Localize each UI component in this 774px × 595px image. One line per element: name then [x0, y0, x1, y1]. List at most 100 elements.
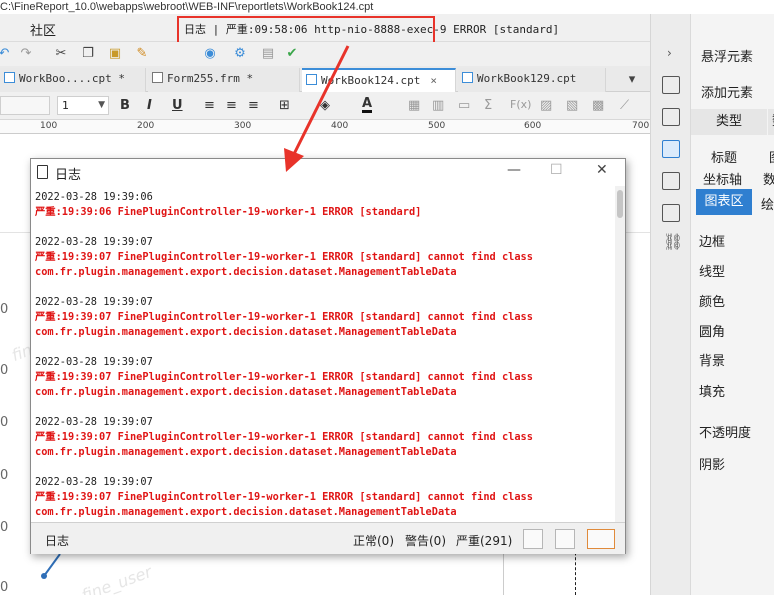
right-property-panel: › ⛓ 悬浮元素 添加元素 类型 数 标题 图 坐标轴 数 图表区 绘 边框 线…	[650, 14, 774, 595]
ruler-tick: 100	[40, 121, 58, 131]
align-right-icon[interactable]: ≡	[248, 98, 259, 113]
log-error-line: 严重:19:39:06 FinePluginController-19-work…	[35, 206, 422, 218]
image-icon[interactable]: ▧	[566, 98, 578, 113]
log-entry: 2022-03-28 19:39:07 严重:19:39:07 FinePlug…	[35, 415, 533, 460]
preview-icon[interactable]: ◉	[202, 45, 218, 61]
italic-button[interactable]: I	[147, 98, 152, 113]
axis-label: 0	[0, 363, 9, 378]
float-element-icon[interactable]	[662, 140, 680, 158]
status-label: 日志	[45, 534, 70, 548]
watermark: fine_user	[78, 562, 155, 595]
axis-label: 0	[0, 415, 9, 430]
tab-data[interactable]: 数	[768, 109, 774, 135]
subtab-title[interactable]: 标题	[711, 147, 737, 166]
chevron-right-icon[interactable]: ›	[667, 46, 672, 60]
chart-line-fragment	[41, 554, 61, 579]
format-painter-icon[interactable]: ✎	[134, 45, 150, 61]
log-status-bar: 日志 正常(0) 警告(0) 严重(291)	[31, 522, 625, 554]
insert-col-icon[interactable]: ▥	[432, 98, 444, 113]
workbook-icon	[462, 72, 473, 83]
log-error-class: com.fr.plugin.management.export.decision…	[35, 326, 457, 338]
fill-label: 填充	[699, 385, 726, 400]
ruler-tick: 200	[137, 121, 155, 131]
log-level-menu-icon[interactable]	[587, 529, 615, 549]
subtab-chart-area[interactable]: 图表区	[696, 189, 752, 215]
paste-icon[interactable]: ▣	[107, 45, 123, 61]
log-error-line: 严重:19:39:07 FinePluginController-19-work…	[35, 431, 533, 443]
minimize-button[interactable]: —	[507, 162, 521, 178]
log-content-area[interactable]: 2022-03-28 19:39:06 严重:19:39:06 FinePlug…	[31, 186, 625, 522]
log-error-class: com.fr.plugin.management.export.decision…	[35, 506, 457, 518]
subtab-axis[interactable]: 坐标轴	[703, 169, 742, 188]
shadow-label: 阴影	[699, 458, 726, 473]
tab-list-icon[interactable]: ▾	[624, 71, 640, 87]
ruler-tick: 600	[524, 121, 542, 131]
tab-type[interactable]: 类型	[691, 109, 767, 135]
log-entry: 2022-03-28 19:39:07 严重:19:39:07 FinePlug…	[35, 475, 533, 520]
log-details-icon[interactable]	[555, 529, 575, 549]
underline-button[interactable]: U	[172, 98, 183, 113]
panel-icon-strip: › ⛓	[651, 14, 691, 595]
align-left-icon[interactable]: ≡	[204, 98, 215, 113]
chevron-down-icon: ▼	[98, 100, 105, 110]
section-background-heading: 背景	[699, 354, 726, 369]
log-entry: 2022-03-28 19:39:06 严重:19:39:06 FinePlug…	[35, 190, 421, 220]
add-element-label: 添加元素	[701, 86, 754, 101]
warning-count[interactable]: 警告(0)	[405, 532, 446, 549]
menu-community[interactable]: 社区	[30, 20, 56, 39]
form-icon	[152, 72, 163, 83]
redo-icon[interactable]: ↷	[18, 45, 34, 61]
maximize-button[interactable]: ☐	[550, 162, 563, 178]
tab-close-icon[interactable]: ×	[430, 74, 437, 87]
axis-label: 0	[0, 520, 9, 535]
chart-icon[interactable]: ▨	[540, 98, 552, 113]
log-timestamp: 2022-03-28 19:39:07	[35, 296, 153, 308]
subtab-legend[interactable]: 图	[769, 147, 774, 166]
log-error-line: 严重:19:39:07 FinePluginController-19-work…	[35, 251, 533, 263]
ruler-tick: 300	[234, 121, 252, 131]
log-entry: 2022-03-28 19:39:07 严重:19:39:07 FinePlug…	[35, 355, 533, 400]
undo-icon[interactable]: ↶	[0, 45, 12, 61]
bold-button[interactable]: B	[120, 98, 130, 113]
font-size-select[interactable]: 1 ▼	[57, 96, 109, 115]
font-size-value: 1	[62, 99, 69, 112]
opacity-label: 不透明度	[699, 426, 752, 441]
sum-icon[interactable]: Σ	[484, 98, 492, 113]
cell-attr-icon[interactable]	[662, 108, 680, 126]
line-icon[interactable]: ⟋	[620, 98, 629, 113]
window-title: C:\FineReport_10.0\webapps\webroot\WEB-I…	[0, 0, 774, 14]
ruler-tick: 700	[632, 121, 650, 131]
formula-button[interactable]: F(x)	[510, 98, 531, 111]
widget-icon[interactable]: ▩	[592, 98, 604, 113]
insert-row-icon[interactable]: ▦	[408, 98, 420, 113]
align-center-icon[interactable]: ≡	[226, 98, 237, 113]
line-type-label: 线型	[699, 265, 726, 280]
cell-element-icon[interactable]	[662, 76, 680, 94]
subtab-plot-area[interactable]: 绘	[761, 194, 774, 213]
copy-icon[interactable]: ❐	[80, 45, 96, 61]
scrollbar-thumb[interactable]	[617, 190, 623, 218]
clear-log-icon[interactable]	[523, 529, 543, 549]
log-error-line: 严重:19:39:07 FinePluginController-19-work…	[35, 311, 533, 323]
tab-label: WorkBoo....cpt *	[19, 72, 125, 85]
severe-count[interactable]: 严重(291)	[456, 532, 512, 549]
section-border-heading: 边框	[699, 235, 726, 250]
axis-label: 0	[0, 468, 9, 483]
log-timestamp: 2022-03-28 19:39:07	[35, 476, 153, 488]
font-color-button[interactable]: A	[362, 97, 373, 113]
cut-icon[interactable]: ✂	[53, 45, 69, 61]
data-icon[interactable]: ⚙	[232, 45, 248, 61]
close-button[interactable]: ✕	[596, 162, 608, 178]
log-scrollbar[interactable]	[615, 186, 625, 522]
widget-settings-icon[interactable]	[662, 172, 680, 190]
font-family-select[interactable]	[0, 96, 50, 115]
tab-workbook129[interactable]: WorkBook129.cpt	[458, 68, 606, 92]
hyperlink-icon[interactable]: ⛓	[663, 232, 683, 251]
normal-count[interactable]: 正常(0)	[353, 532, 394, 549]
annotation-arrow	[284, 45, 350, 172]
condition-icon[interactable]	[662, 204, 680, 222]
workbook-icon	[4, 72, 15, 83]
merge-icon[interactable]: ▭	[458, 98, 470, 113]
subtab-data-series[interactable]: 数	[763, 169, 774, 188]
tab-workbook-1[interactable]: WorkBoo....cpt *	[0, 68, 146, 92]
